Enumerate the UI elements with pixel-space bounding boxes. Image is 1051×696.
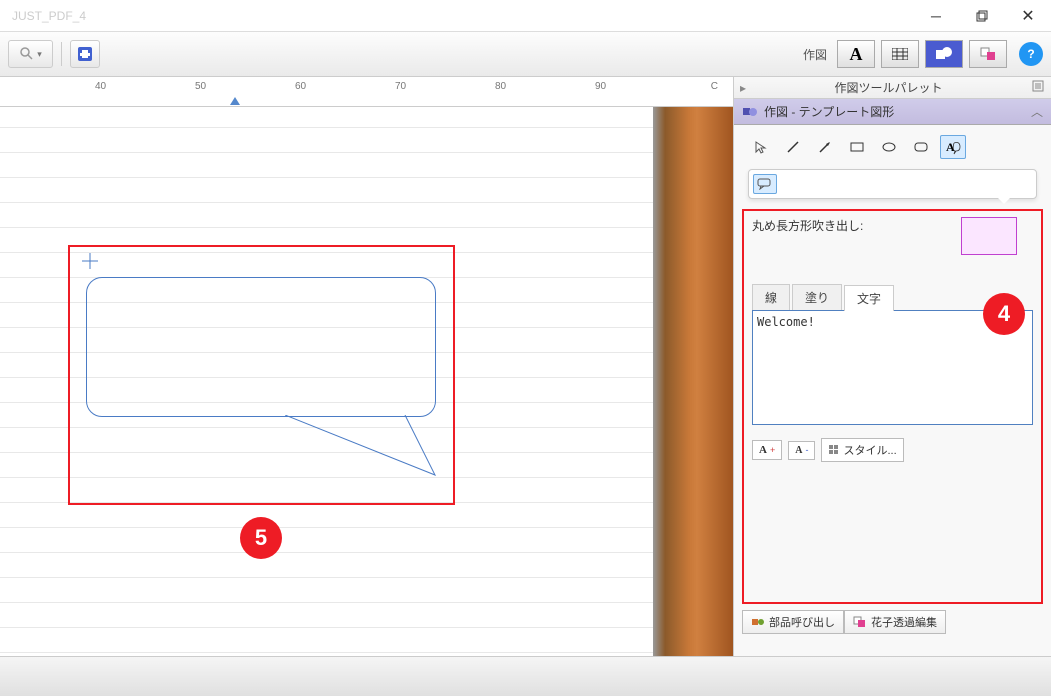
callout-tool[interactable]: A xyxy=(940,135,966,159)
palette-title: 作図ツールパレット xyxy=(746,79,1031,96)
canvas-area[interactable]: 40 50 60 70 80 90 C xyxy=(0,77,733,656)
drawing-label: 作図 xyxy=(803,46,827,63)
shape-tool-tab[interactable] xyxy=(925,40,963,68)
help-button[interactable]: ? xyxy=(1019,42,1043,66)
annotation-badge-4: 4 xyxy=(983,293,1025,335)
palette-menu-icon[interactable] xyxy=(1031,79,1045,96)
toolbar-right: 作図 A ? xyxy=(803,40,1043,68)
font-larger-button[interactable]: A+ xyxy=(752,440,782,460)
tab-text[interactable]: 文字 xyxy=(844,285,894,311)
ellipse-tool[interactable] xyxy=(876,135,902,159)
style-icon xyxy=(828,444,840,456)
palette-header: ▸ 作図ツールパレット xyxy=(734,77,1051,99)
text-controls: A+ A- スタイル... xyxy=(752,438,1033,462)
collapse-icon[interactable]: ︿ xyxy=(1031,103,1043,120)
rounded-callout-option[interactable] xyxy=(753,174,777,194)
ruler-edge-label: C xyxy=(711,81,718,92)
zoom-dropdown[interactable]: ▾ xyxy=(8,40,53,68)
titlebar: JUST_PDF_4 ─ ✕ xyxy=(0,0,1051,32)
shape-tools-row: A xyxy=(734,125,1051,169)
maximize-button[interactable] xyxy=(959,0,1005,32)
palette-bottom-tabs: 部品呼び出し 花子透過編集 xyxy=(742,610,1043,634)
rect-tool[interactable] xyxy=(844,135,870,159)
shapes-icon xyxy=(742,104,758,120)
speech-bubble-shape[interactable] xyxy=(86,277,436,417)
drawing-palette: ▸ 作図ツールパレット 作図 - テンプレート図形 ︿ A 丸め長方 xyxy=(733,77,1051,656)
template-properties-panel: 丸め長方形吹き出し: 線 塗り 文字 A+ A- スタイル... xyxy=(742,209,1043,604)
ruler-tick: 70 xyxy=(395,81,406,92)
select-tool[interactable] xyxy=(748,135,774,159)
hanako-icon xyxy=(853,616,867,628)
text-tool-tab[interactable]: A xyxy=(837,40,875,68)
arrow-tool[interactable] xyxy=(812,135,838,159)
ruler-cursor-icon xyxy=(230,97,240,105)
parts-icon xyxy=(751,616,765,628)
ruler-tick: 50 xyxy=(195,81,206,92)
crosshair-cursor-icon xyxy=(82,253,98,269)
horizontal-ruler: 40 50 60 70 80 90 C xyxy=(0,77,733,107)
window-title: JUST_PDF_4 xyxy=(12,9,86,23)
minimize-button[interactable]: ─ xyxy=(913,0,959,32)
statusbar xyxy=(0,656,1051,696)
shape-preview-swatch[interactable] xyxy=(961,217,1017,255)
window-controls: ─ ✕ xyxy=(913,0,1051,32)
line-tool[interactable] xyxy=(780,135,806,159)
ruler-tick: 60 xyxy=(295,81,306,92)
hanako-tab[interactable]: 花子透過編集 xyxy=(844,610,946,634)
hanako-tool-tab[interactable] xyxy=(969,40,1007,68)
page-margin-decoration xyxy=(653,107,733,656)
style-button[interactable]: スタイル... xyxy=(821,438,903,462)
speech-bubble-tail xyxy=(285,415,445,485)
section-header[interactable]: 作図 - テンプレート図形 ︿ xyxy=(734,99,1051,125)
rounded-rect-tool[interactable] xyxy=(908,135,934,159)
close-button[interactable]: ✕ xyxy=(1005,0,1051,32)
tab-line[interactable]: 線 xyxy=(752,284,790,310)
ruler-tick: 80 xyxy=(495,81,506,92)
callout-shape-popup xyxy=(748,169,1037,199)
main-toolbar: ▾ 作図 A ? xyxy=(0,32,1051,77)
grid-tool-tab[interactable] xyxy=(881,40,919,68)
tab-fill[interactable]: 塗り xyxy=(792,284,842,310)
ruler-tick: 40 xyxy=(95,81,106,92)
annotation-badge-5: 5 xyxy=(240,517,282,559)
shape-name-label: 丸め長方形吹き出し: xyxy=(752,217,863,234)
ruler-tick: 90 xyxy=(595,81,606,92)
font-smaller-button[interactable]: A- xyxy=(788,441,815,460)
parts-tab[interactable]: 部品呼び出し xyxy=(742,610,844,634)
main-area: 40 50 60 70 80 90 C xyxy=(0,77,1051,656)
separator xyxy=(61,42,62,66)
section-title: 作図 - テンプレート図形 xyxy=(764,103,894,120)
svg-text:A: A xyxy=(946,140,955,154)
plugin-button[interactable] xyxy=(70,40,100,68)
